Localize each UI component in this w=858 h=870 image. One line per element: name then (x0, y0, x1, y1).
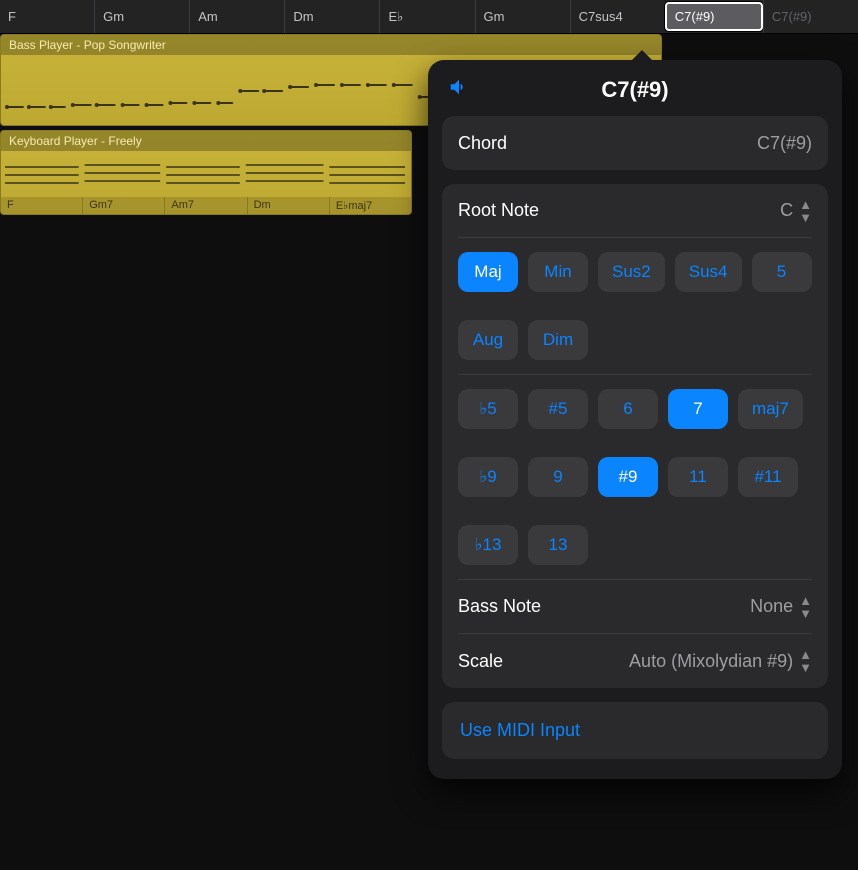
root-note-value: C (780, 200, 793, 221)
chord-chip[interactable]: 6 (598, 389, 658, 429)
chord-chip[interactable]: 11 (668, 457, 728, 497)
bass-note-row[interactable]: Bass Note None (458, 580, 812, 634)
chord-chip[interactable]: Maj (458, 252, 518, 292)
audition-icon[interactable] (448, 76, 476, 104)
chord-summary-row[interactable]: Chord C7(#9) (458, 116, 812, 170)
chord-cell[interactable]: Dm (284, 0, 379, 33)
region-header: Bass Player - Pop Songwriter (1, 35, 661, 55)
chord-cell[interactable]: Gm (475, 0, 570, 33)
stepper-icon[interactable] (799, 648, 812, 674)
chord-chip[interactable]: Min (528, 252, 588, 292)
quality-chips: MajMinSus2Sus45 (458, 238, 812, 306)
chord-chip[interactable]: 5 (752, 252, 812, 292)
region-chord-cell: Gm7 (83, 197, 165, 214)
bass-note-label: Bass Note (458, 596, 541, 617)
chord-editor-popover: C7(#9) Chord C7(#9) Root Note C MajMinSu… (428, 60, 842, 779)
chord-chip[interactable]: ♭9 (458, 457, 518, 497)
region-chord-cell: Dm (248, 197, 330, 214)
chord-chip[interactable]: ♭5 (458, 389, 518, 429)
chord-chip[interactable]: #5 (528, 389, 588, 429)
chord-cell[interactable]: E♭ (379, 0, 474, 33)
extension-chips-1: ♭5#567maj7 (458, 375, 812, 443)
chord-chip[interactable]: Dim (528, 320, 588, 360)
chord-value: C7(#9) (757, 133, 812, 154)
chord-ruler: FGmAmDmE♭GmC7sus4C7(#9)C7(#9) (0, 0, 858, 34)
region-chord-cell: F (1, 197, 83, 214)
scale-row[interactable]: Scale Auto (Mixolydian #9) (458, 634, 812, 688)
extension-chips-3: ♭1313 (458, 511, 812, 580)
chord-cell[interactable]: F (0, 0, 94, 33)
chord-cell[interactable]: C7sus4 (570, 0, 665, 33)
use-midi-input-button[interactable]: Use MIDI Input (442, 702, 828, 759)
chord-chip[interactable]: #11 (738, 457, 798, 497)
scale-label: Scale (458, 651, 503, 672)
chord-label: Chord (458, 133, 507, 154)
region-chord-cell: E♭maj7 (330, 197, 411, 214)
root-note-label: Root Note (458, 200, 539, 221)
chord-chip[interactable]: 13 (528, 525, 588, 565)
region-body (1, 151, 411, 197)
popover-title: C7(#9) (476, 77, 822, 103)
bass-note-value: None (750, 596, 793, 617)
chord-chip[interactable]: Sus2 (598, 252, 665, 292)
quality-chips-2: AugDim (458, 306, 812, 375)
chord-cell[interactable]: Gm (94, 0, 189, 33)
chord-chip[interactable]: Aug (458, 320, 518, 360)
stepper-icon[interactable] (799, 594, 812, 620)
chord-chip[interactable]: 7 (668, 389, 728, 429)
region-header: Keyboard Player - Freely (1, 131, 411, 151)
region-chord-cell: Am7 (165, 197, 247, 214)
extension-chips-2: ♭99#911#11 (458, 443, 812, 511)
region-keyboard[interactable]: Keyboard Player - Freely FGm7Am7DmE♭maj7 (0, 130, 412, 215)
chord-cell[interactable]: C7(#9) (665, 2, 763, 31)
stepper-icon[interactable] (799, 198, 812, 224)
chord-chip[interactable]: #9 (598, 457, 658, 497)
chord-chip[interactable]: maj7 (738, 389, 803, 429)
scale-value: Auto (Mixolydian #9) (629, 651, 793, 672)
chord-cell[interactable]: C7(#9) (763, 0, 858, 33)
region-chord-strip: FGm7Am7DmE♭maj7 (1, 197, 411, 214)
chord-cell[interactable]: Am (189, 0, 284, 33)
chord-chip[interactable]: ♭13 (458, 525, 518, 565)
chord-chip[interactable]: Sus4 (675, 252, 742, 292)
root-note-row[interactable]: Root Note C (458, 184, 812, 238)
chord-chip[interactable]: 9 (528, 457, 588, 497)
